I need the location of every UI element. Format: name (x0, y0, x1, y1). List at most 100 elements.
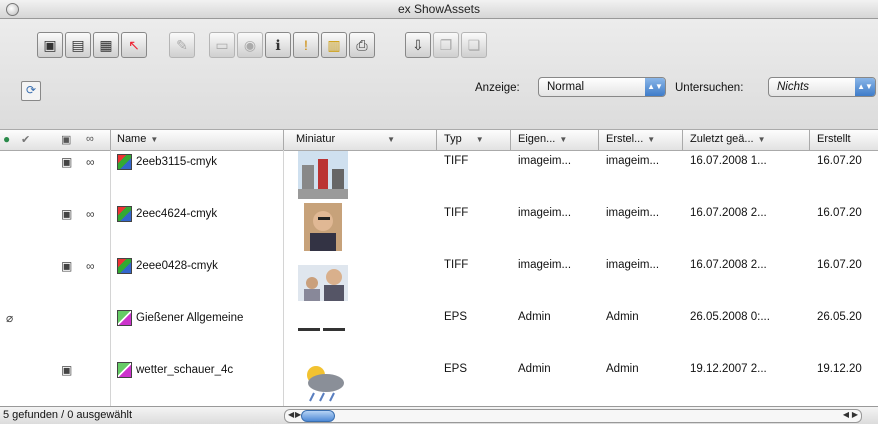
created-value: 16.07.20 (817, 259, 862, 271)
asset-table: ● ✔ ▣ ∞ Name ▼ Miniatur ▼ Typ ▼ Eigen... ▼ E… (0, 130, 878, 406)
table-row[interactable]: ▣ wetter_schauer_4c EPS Admin Admin 19.1… (0, 359, 878, 406)
anzeige-label: Anzeige: (475, 82, 520, 94)
table-header: ● ✔ ▣ ∞ Name ▼ Miniatur ▼ Typ ▼ Eigen... ▼ E… (0, 130, 878, 151)
copy-icon[interactable]: ❐ (433, 32, 459, 58)
creator-value: imageim... (606, 259, 660, 271)
modified-value: 16.07.2008 1... (690, 155, 767, 167)
column-header-typ[interactable]: Typ ▼ (444, 133, 484, 145)
eye-icon[interactable]: ◉ (237, 32, 263, 58)
thumbnail-street-photo[interactable] (298, 151, 348, 199)
horizontal-scrollbar[interactable]: ◀ ▶ ◀ ▶ (284, 409, 862, 423)
chevron-updown-icon: ▲▼ (645, 78, 665, 96)
info-icon[interactable]: ℹ (265, 32, 291, 58)
title-bar: ex ShowAssets (0, 0, 878, 19)
table-row[interactable]: ▣ ∞ 2eee0428-cmyk TIFF imageim... imagei… (0, 255, 878, 307)
toolbar: ▣ ▤ ▦ ↖ ✎ ▭ ◉ ℹ ! ▥ ⎙ ⇩ ❐ ❏ ⟳ Anzeige: N… (0, 19, 878, 130)
stack-icon[interactable]: ▥ (321, 32, 347, 58)
printer-icon[interactable]: ⎙ (349, 32, 375, 58)
modified-value: 16.07.2008 2... (690, 207, 767, 219)
scroll-thumb[interactable] (301, 410, 335, 422)
thumbnail-logo-text[interactable] (298, 325, 348, 335)
link-icon: ∞ (86, 207, 95, 221)
modified-value: 19.12.2007 2... (690, 363, 767, 375)
table-row[interactable]: ⌀ Gießener Allgemeine EPS Admin Admin 26… (0, 307, 878, 359)
status-bar: 5 gefunden / 0 ausgewählt ◀ ▶ ◀ ▶ (0, 406, 878, 424)
owner-value: imageim... (518, 155, 572, 167)
eps-file-icon (117, 310, 132, 326)
owner-value: imageim... (518, 207, 572, 219)
column-header-ersteller[interactable]: Erstel... ▼ (606, 133, 655, 145)
owner-value: Admin (518, 311, 551, 323)
asset-name[interactable]: 2eee0428-cmyk (117, 258, 218, 274)
column-header-miniatur[interactable]: Miniatur ▼ (296, 133, 395, 145)
creator-value: Admin (606, 363, 639, 375)
created-value: 16.07.20 (817, 207, 862, 219)
thumbnail-people-photo[interactable] (298, 257, 348, 305)
creator-value: Admin (606, 311, 639, 323)
card-icon: ▣ (61, 207, 73, 221)
window-icon[interactable]: ▭ (209, 32, 235, 58)
asset-name[interactable]: 2eeb3115-cmyk (117, 154, 217, 170)
chevron-updown-icon: ▲▼ (855, 78, 875, 96)
asset-name[interactable]: Gießener Allgemeine (117, 310, 243, 326)
type-value: TIFF (444, 259, 469, 271)
type-value: EPS (444, 363, 468, 375)
checkmark-icon[interactable]: ✔ (21, 133, 30, 146)
creator-value: imageim... (606, 155, 660, 167)
tiff-file-icon (117, 154, 132, 170)
owner-value: Admin (518, 363, 551, 375)
pencil-icon[interactable]: ✎ (169, 32, 195, 58)
link-icon: ∞ (86, 155, 95, 169)
scroll-left-end-icon[interactable]: ◀ (843, 410, 849, 419)
created-value: 19.12.20 (817, 363, 862, 375)
scroll-left-icon[interactable]: ◀ (288, 410, 294, 419)
card-icon: ▣ (61, 363, 73, 377)
cursor-add-icon[interactable]: ↖ (121, 32, 147, 58)
card-lock-icon[interactable]: ▤ (65, 32, 91, 58)
asset-name[interactable]: wetter_schauer_4c (117, 362, 233, 378)
type-value: TIFF (444, 207, 469, 219)
anzeige-select[interactable]: Normal ▲▼ (538, 77, 666, 97)
refresh-icon[interactable]: ⟳ (21, 81, 41, 101)
thumbnail-portrait-photo[interactable] (298, 203, 348, 251)
toolbar-group-3: ⇩ ❐ ❏ (405, 32, 487, 62)
toolbar-group-2: ✎ ▭ ◉ ℹ ! ▥ ⎙ (169, 32, 375, 62)
column-header-name[interactable]: Name ▼ (117, 133, 158, 145)
modified-value: 16.07.2008 2... (690, 259, 767, 271)
type-value: TIFF (444, 155, 469, 167)
creator-value: imageim... (606, 207, 660, 219)
untersuchen-select[interactable]: Nichts ▲▼ (768, 77, 876, 97)
globe-icon[interactable]: ● (3, 132, 10, 146)
created-value: 26.05.20 (817, 311, 862, 323)
download-icon[interactable]: ⇩ (405, 32, 431, 58)
asset-name[interactable]: 2eec4624-cmyk (117, 206, 217, 222)
window-title: ex ShowAssets (397, 2, 481, 16)
created-value: 16.07.20 (817, 155, 862, 167)
grid-icon[interactable]: ▦ (93, 32, 119, 58)
column-header-eigentuemer[interactable]: Eigen... ▼ (518, 133, 567, 145)
untersuchen-value: Nichts (777, 81, 809, 93)
thumbnail-weather-icon[interactable] (298, 359, 348, 405)
column-header-erstellt[interactable]: Erstellt (817, 133, 851, 145)
tiff-file-icon (117, 258, 132, 274)
alert-icon[interactable]: ! (293, 32, 319, 58)
paperclip-icon: ⌀ (6, 311, 14, 325)
anzeige-value: Normal (547, 81, 585, 93)
status-text: 5 gefunden / 0 ausgewählt (3, 409, 133, 421)
untersuchen-label: Untersuchen: (675, 82, 744, 94)
scroll-right-end-icon[interactable]: ▶ (852, 410, 858, 419)
card-icon[interactable]: ▣ (37, 32, 63, 58)
link-icon: ∞ (86, 259, 95, 273)
column-header-zuletzt-geaendert[interactable]: Zuletzt geä... ▼ (690, 133, 766, 145)
table-row[interactable]: ▣ ∞ 2eeb3115-cmyk TIFF imageim... imagei… (0, 151, 878, 203)
paste-icon[interactable]: ❏ (461, 32, 487, 58)
table-row[interactable]: ▣ ∞ 2eec4624-cmyk TIFF imageim... imagei… (0, 203, 878, 255)
link-column-icon[interactable]: ∞ (86, 133, 94, 145)
card-icon: ▣ (61, 155, 73, 169)
owner-value: imageim... (518, 259, 572, 271)
eps-file-icon (117, 362, 132, 378)
tiff-file-icon (117, 206, 132, 222)
card-icon: ▣ (61, 259, 73, 273)
modified-value: 26.05.2008 0:... (690, 311, 770, 323)
card-column-icon[interactable]: ▣ (61, 133, 71, 146)
